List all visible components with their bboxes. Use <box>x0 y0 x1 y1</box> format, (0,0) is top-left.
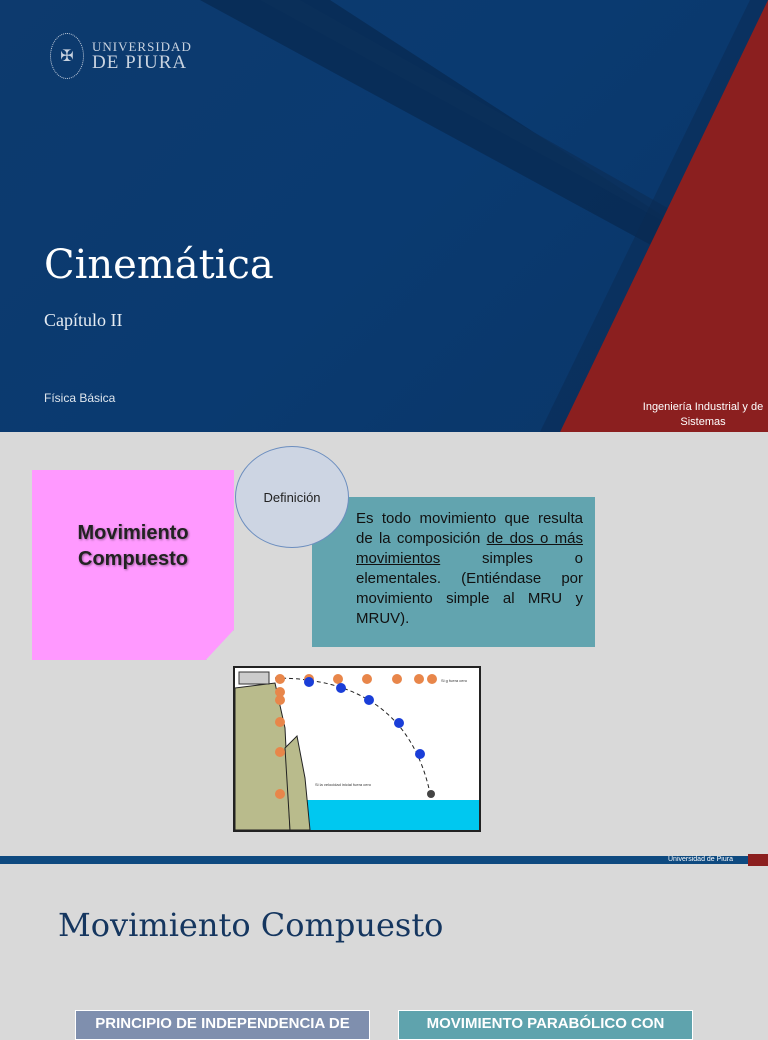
logo-line2: DE PIURA <box>92 52 188 73</box>
definition-circle: Definición <box>235 446 349 548</box>
definition-box: Es todo movimiento que resulta de la com… <box>312 497 595 647</box>
footer-bar <box>0 856 768 864</box>
parabolic-motion-button[interactable]: MOVIMIENTO PARABÓLICO CON <box>398 1010 693 1040</box>
title-slide: ✠ UNIVERSIDAD DE PIURA Cinemática Capítul… <box>0 0 768 432</box>
seal-icon: ✠ <box>50 33 84 79</box>
course-name: Física Básica <box>44 391 116 405</box>
independence-principle-button[interactable]: PRINCIPIO DE INDEPENDENCIA DE <box>75 1010 370 1040</box>
footer-university: Universidad de Piura <box>668 856 733 863</box>
sticky-note-text: Movimiento Compuesto <box>77 522 189 570</box>
projectile-figure: Si g fuera cero Si la velocidad inicial … <box>233 666 481 832</box>
figure-label-top: Si g fuera cero <box>441 678 468 683</box>
slide-title: Cinemática <box>44 242 274 288</box>
department: Ingeniería Industrial y de Sistemas <box>642 401 764 428</box>
slide-subtitle: Capítulo II <box>44 310 123 330</box>
footer-accent <box>748 854 768 866</box>
university-logo: ✠ UNIVERSIDAD DE PIURA <box>50 33 192 79</box>
section-title: Movimiento Compuesto <box>58 906 444 944</box>
figure-label-mid: Si la velocidad inicial fuera cero <box>315 782 372 787</box>
